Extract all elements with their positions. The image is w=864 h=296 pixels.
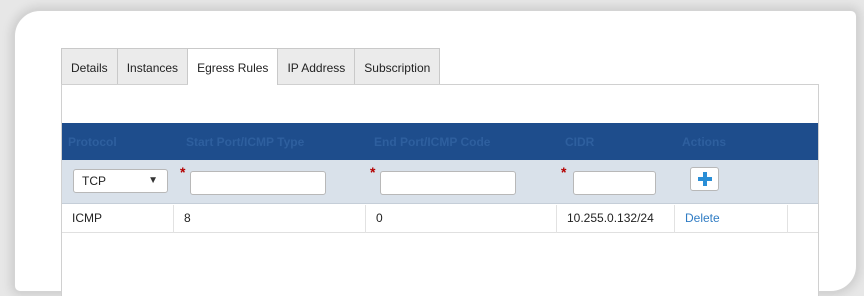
delete-rule-link[interactable]: Delete xyxy=(675,205,788,233)
header-start-port: Start Port/ICMP Type xyxy=(186,135,305,149)
cell-cidr: 10.255.0.132/24 xyxy=(557,205,675,233)
required-marker-cidr: * xyxy=(561,164,567,180)
tab-details[interactable]: Details xyxy=(61,48,118,84)
header-cidr: CIDR xyxy=(565,135,595,149)
header-end-port: End Port/ICMP Code xyxy=(374,135,491,149)
dropdown-arrow-icon: ▼ xyxy=(148,175,158,186)
protocol-select[interactable]: TCP ▼ xyxy=(73,169,168,193)
required-marker-start-port: * xyxy=(180,164,186,180)
panel-toolbar xyxy=(62,84,818,123)
protocol-select-value: TCP xyxy=(82,174,106,188)
header-actions: Actions xyxy=(682,135,727,149)
tab-ip-address[interactable]: IP Address xyxy=(278,48,356,84)
cidr-input[interactable] xyxy=(573,171,656,195)
table-header: Protocol Start Port/ICMP Type End Port/I… xyxy=(62,123,818,160)
add-rule-button[interactable] xyxy=(690,167,719,191)
header-protocol: Protocol xyxy=(68,135,117,149)
tab-instances[interactable]: Instances xyxy=(117,48,189,84)
tab-subscription[interactable]: Subscription xyxy=(355,48,441,84)
table-row: ICMP 8 0 10.255.0.132/24 Delete xyxy=(62,205,818,233)
start-port-input[interactable] xyxy=(190,171,326,195)
required-marker-end-port: * xyxy=(370,164,376,180)
cell-protocol: ICMP xyxy=(62,205,174,233)
plus-icon xyxy=(698,172,712,186)
add-rule-row: TCP ▼ * * * xyxy=(62,160,818,204)
tab-egress-rules[interactable]: Egress Rules xyxy=(188,48,279,85)
cell-start-port: 8 xyxy=(174,205,366,233)
cell-end-port: 0 xyxy=(366,205,557,233)
end-port-input[interactable] xyxy=(380,171,516,195)
egress-rules-panel: Protocol Start Port/ICMP Type End Port/I… xyxy=(61,84,819,296)
tab-bar: Details Instances Egress Rules IP Addres… xyxy=(61,48,441,85)
